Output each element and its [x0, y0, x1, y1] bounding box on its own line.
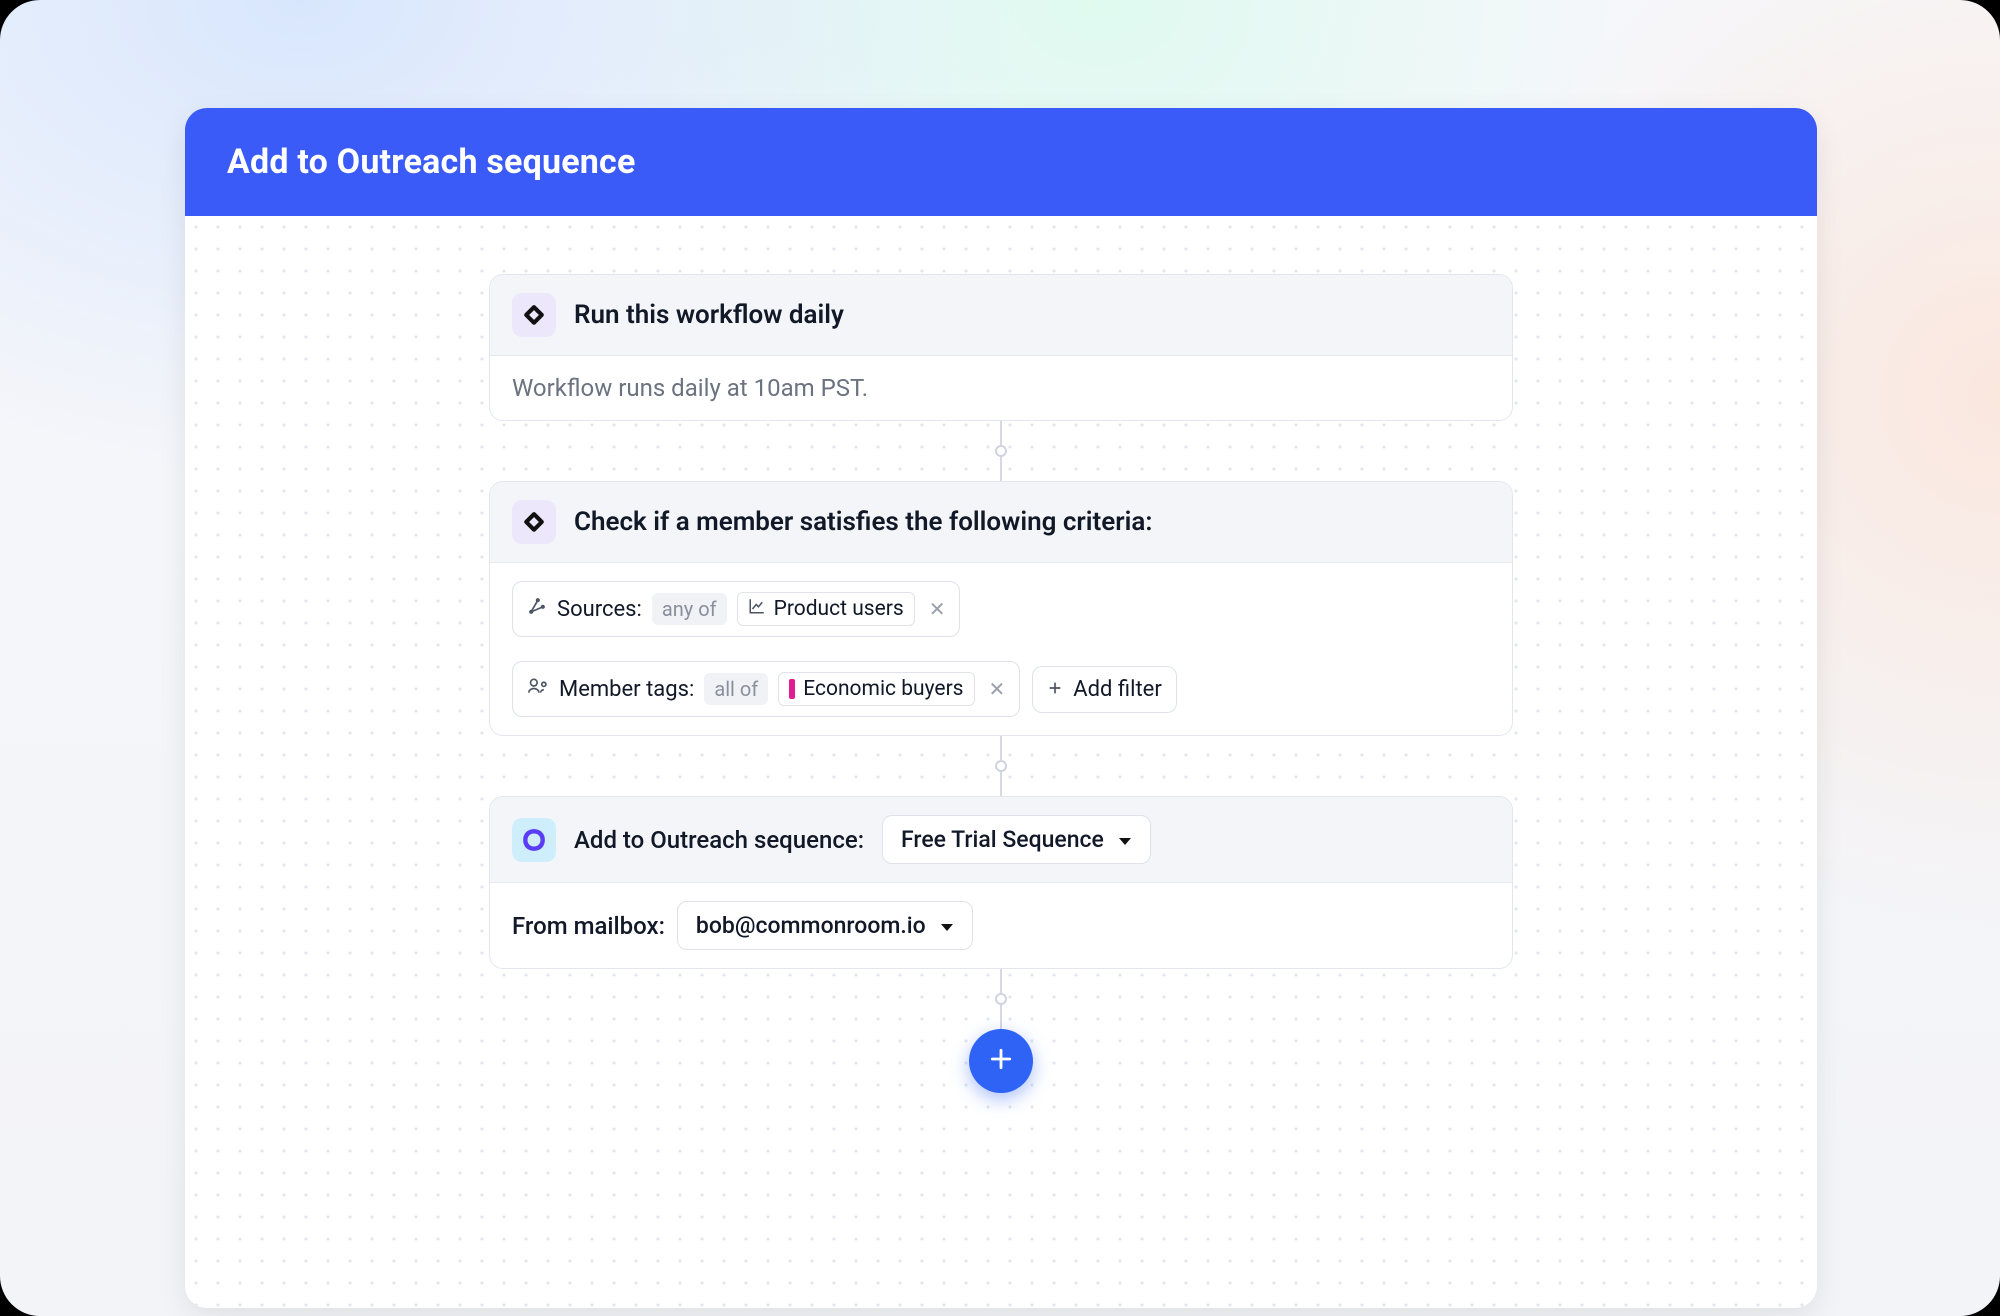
add-filter-button[interactable]: Add filter — [1032, 666, 1176, 713]
remove-filter-icon[interactable]: ✕ — [985, 679, 1006, 699]
action-card[interactable]: Add to Outreach sequence: Free Trial Seq… — [489, 796, 1513, 969]
workflow-window: Add to Outreach sequence Run this workfl… — [185, 108, 1817, 1308]
trigger-title: Run this workflow daily — [574, 300, 844, 330]
workflow-icon — [512, 293, 556, 337]
trigger-body: Workflow runs daily at 10am PST. — [490, 356, 1512, 420]
condition-title: Check if a member satisfies the followin… — [574, 507, 1152, 537]
add-step-button[interactable] — [969, 1029, 1033, 1093]
filter-sources[interactable]: Sources: any of Product users ✕ — [512, 581, 960, 637]
trigger-header: Run this workflow daily — [490, 275, 1512, 356]
sequence-dropdown[interactable]: Free Trial Sequence — [882, 815, 1151, 864]
titlebar: Add to Outreach sequence — [185, 108, 1817, 216]
action-header: Add to Outreach sequence: Free Trial Seq… — [490, 797, 1512, 883]
outreach-icon — [512, 818, 556, 862]
remove-filter-icon[interactable]: ✕ — [925, 599, 946, 619]
filter-membertags-value-label: Economic buyers — [803, 677, 963, 701]
connector — [995, 969, 1007, 1029]
member-tags-icon — [527, 676, 549, 702]
caret-down-icon — [940, 912, 954, 939]
tag-color-swatch — [789, 679, 795, 699]
sources-icon — [527, 596, 547, 622]
connector — [995, 421, 1007, 481]
filter-sources-value-label: Product users — [774, 597, 904, 621]
sequence-selected: Free Trial Sequence — [901, 826, 1104, 853]
add-filter-label: Add filter — [1073, 677, 1161, 702]
workflow-icon — [512, 500, 556, 544]
page-title: Add to Outreach sequence — [227, 142, 636, 182]
action-title: Add to Outreach sequence: — [574, 826, 864, 854]
filter-member-tags[interactable]: Member tags: all of Economic buyers ✕ — [512, 661, 1020, 717]
app-stage: Add to Outreach sequence Run this workfl… — [0, 0, 2000, 1316]
trigger-description: Workflow runs daily at 10am PST. — [512, 374, 868, 402]
filter-sources-label: Sources: — [557, 597, 642, 622]
plus-icon — [1047, 677, 1063, 702]
mailbox-dropdown[interactable]: bob@commonroom.io — [677, 901, 973, 950]
condition-card[interactable]: Check if a member satisfies the followin… — [489, 481, 1513, 736]
caret-down-icon — [1118, 826, 1132, 853]
connector — [995, 736, 1007, 796]
condition-body: Sources: any of Product users ✕ — [490, 563, 1512, 735]
mailbox-selected: bob@commonroom.io — [696, 912, 926, 939]
workflow-canvas: Run this workflow daily Workflow runs da… — [185, 216, 1817, 1308]
chart-line-icon — [748, 597, 766, 621]
action-body: From mailbox: bob@commonroom.io — [490, 883, 1512, 968]
filter-sources-mode: any of — [652, 593, 727, 625]
filter-membertags-mode: all of — [704, 673, 768, 705]
filter-membertags-label: Member tags: — [559, 677, 694, 702]
trigger-card[interactable]: Run this workflow daily Workflow runs da… — [489, 274, 1513, 421]
condition-header: Check if a member satisfies the followin… — [490, 482, 1512, 563]
filter-membertags-value[interactable]: Economic buyers — [778, 672, 974, 706]
filter-sources-value[interactable]: Product users — [737, 592, 915, 626]
plus-icon — [988, 1046, 1014, 1076]
workflow-column: Run this workflow daily Workflow runs da… — [489, 274, 1513, 1093]
mailbox-label: From mailbox: — [512, 912, 665, 940]
